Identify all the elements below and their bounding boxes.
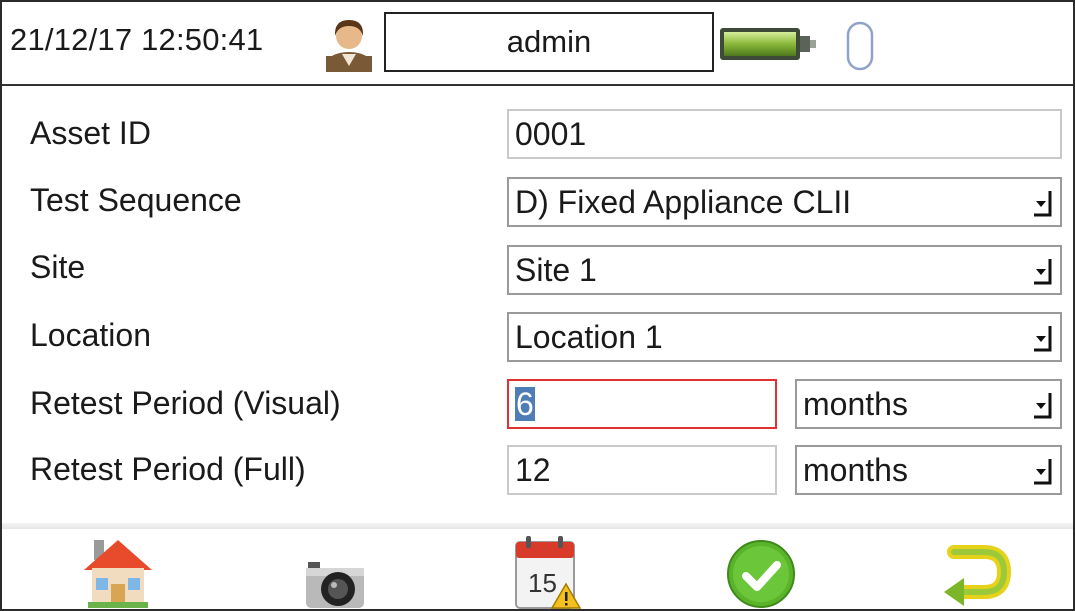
- dropdown-arrow-icon[interactable]: [1032, 255, 1054, 287]
- calendar-icon: 15: [515, 536, 582, 609]
- dropdown-arrow-icon[interactable]: [1032, 187, 1054, 219]
- confirm-button[interactable]: [711, 532, 811, 609]
- asset-id-label: Asset ID: [30, 115, 151, 151]
- location-label: Location: [30, 317, 151, 353]
- screen-frame: 21/12/17 12:50:41 admin Asset ID 0001 Te…: [0, 0, 1075, 611]
- user-field[interactable]: admin: [384, 12, 714, 72]
- site-select[interactable]: Site 1: [507, 245, 1062, 295]
- back-icon: [944, 545, 1012, 606]
- test-sequence-value: D) Fixed Appliance CLII: [515, 184, 852, 220]
- retest-visual-label: Retest Period (Visual): [30, 385, 341, 421]
- calendar-button[interactable]: 15: [489, 532, 589, 609]
- location-value: Location 1: [515, 319, 663, 355]
- home-icon: [84, 540, 152, 608]
- location-select[interactable]: Location 1: [507, 312, 1062, 362]
- site-label: Site: [30, 249, 86, 285]
- footer-divider: [2, 523, 1073, 529]
- retest-visual-unit-select[interactable]: months: [795, 379, 1062, 429]
- clock: 21/12/17 12:50:41: [10, 22, 264, 57]
- user-icon[interactable]: [324, 14, 374, 72]
- home-button[interactable]: [68, 532, 168, 609]
- usb-icon: [846, 21, 874, 71]
- retest-full-unit-select[interactable]: months: [795, 445, 1062, 495]
- retest-full-value: 12: [515, 452, 551, 488]
- dropdown-arrow-icon[interactable]: [1032, 322, 1054, 354]
- retest-full-label: Retest Period (Full): [30, 451, 306, 487]
- status-bar: 21/12/17 12:50:41 admin: [2, 2, 1073, 86]
- dropdown-arrow-icon[interactable]: [1032, 455, 1054, 487]
- site-value: Site 1: [515, 252, 597, 288]
- camera-icon: [306, 562, 364, 608]
- retest-visual-input[interactable]: 6: [507, 379, 777, 429]
- retest-visual-unit: months: [803, 386, 908, 422]
- dropdown-arrow-icon[interactable]: [1032, 389, 1054, 421]
- confirm-icon: [727, 540, 795, 608]
- battery-icon: [720, 28, 816, 60]
- asset-id-value: 0001: [515, 116, 587, 152]
- retest-visual-value: 6: [515, 386, 535, 422]
- back-button[interactable]: [926, 532, 1026, 609]
- test-sequence-select[interactable]: D) Fixed Appliance CLII: [507, 177, 1062, 227]
- test-sequence-label: Test Sequence: [30, 182, 242, 218]
- retest-full-input[interactable]: 12: [507, 445, 777, 495]
- calendar-day: 15: [528, 568, 557, 598]
- asset-id-input[interactable]: 0001: [507, 109, 1062, 159]
- camera-button[interactable]: [282, 532, 382, 609]
- retest-full-unit: months: [803, 452, 908, 488]
